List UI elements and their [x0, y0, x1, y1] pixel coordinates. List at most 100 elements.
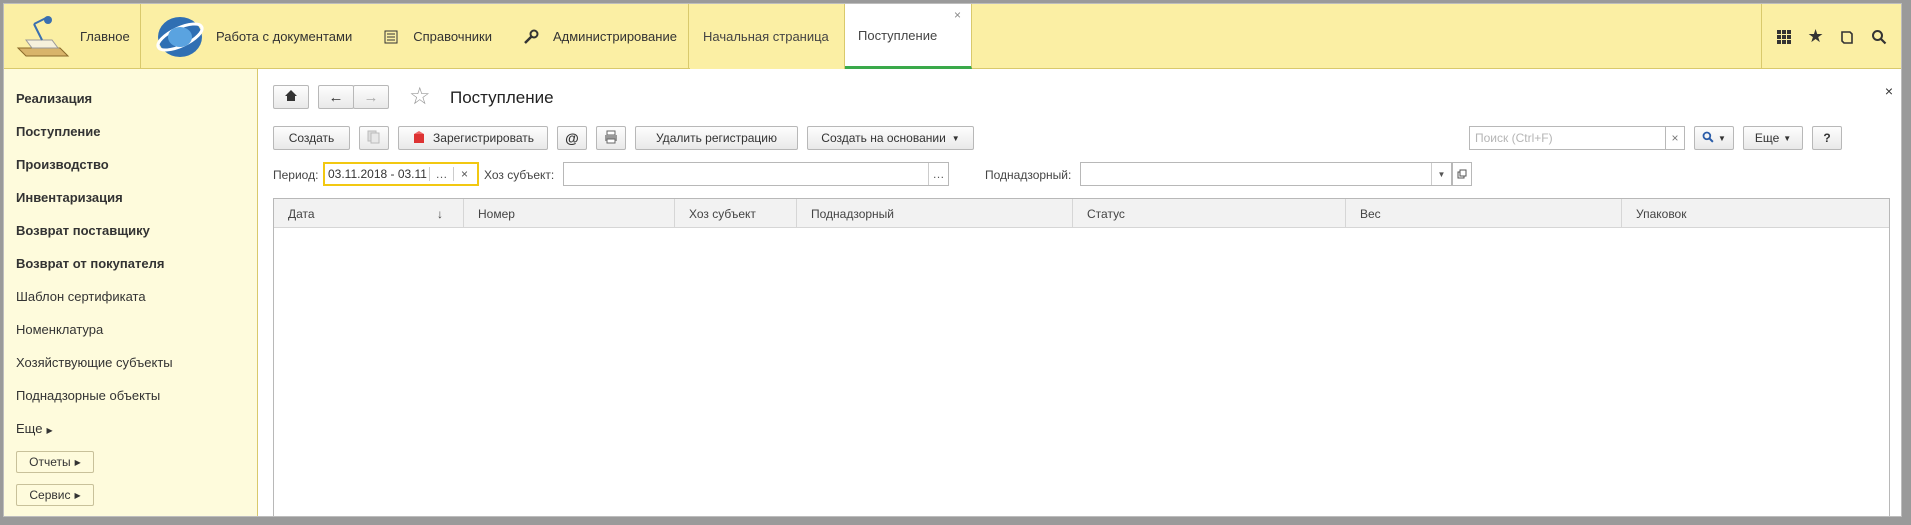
home-section[interactable]: Главное: [4, 4, 141, 69]
printer-icon: [604, 130, 618, 147]
more-label: Еще: [1754, 131, 1780, 145]
top-bar: Главное Работа с документами Справочники: [4, 4, 1901, 69]
sidebar-item-nomenclature[interactable]: Номенклатура: [16, 322, 103, 337]
create-based-on-button[interactable]: Создать на основании ▼: [807, 126, 974, 150]
nav-documents[interactable]: Работа с документами: [216, 29, 352, 44]
create-based-on-label: Создать на основании: [821, 131, 946, 145]
list-icon: [382, 28, 400, 46]
sidebar-item-receipt[interactable]: Поступление: [16, 124, 101, 139]
arrow-right-icon: →: [363, 88, 379, 106]
service-button[interactable]: Сервис ▶: [16, 484, 94, 506]
search-input[interactable]: Поиск (Ctrl+F): [1469, 126, 1665, 150]
search-options-button[interactable]: ▼: [1694, 126, 1734, 150]
more-button[interactable]: Еще ▼: [1743, 126, 1803, 150]
column-date[interactable]: Дата ↓: [274, 199, 464, 228]
sidebar: Реализация Поступление Производство Инве…: [4, 69, 258, 516]
search-clear-icon[interactable]: ×: [1665, 126, 1685, 150]
history-icon[interactable]: [1836, 26, 1858, 48]
wrench-icon: [522, 28, 540, 46]
apps-grid-icon[interactable]: [1773, 26, 1795, 48]
period-value: 03.11.2018 - 03.11: [328, 167, 427, 181]
copy-button[interactable]: [359, 126, 389, 150]
reports-button[interactable]: Отчеты ▶: [16, 451, 94, 473]
topbar-tools: ★: [1761, 4, 1901, 69]
help-button[interactable]: ?: [1812, 126, 1842, 150]
globe-logo-icon: [154, 12, 206, 62]
arrow-left-icon: ←: [328, 88, 344, 106]
main-content: ← → ☆ Поступление × Создать Зарегистриро…: [259, 69, 1901, 516]
column-packages[interactable]: Упаковок: [1622, 199, 1890, 228]
sidebar-item-inventory[interactable]: Инвентаризация: [16, 190, 123, 205]
print-button[interactable]: [596, 126, 626, 150]
column-subject[interactable]: Хоз субъект: [675, 199, 797, 228]
sidebar-more-label: Еще: [16, 421, 43, 436]
sidebar-item-supplier-return[interactable]: Возврат поставщику: [16, 223, 150, 238]
desk-lamp-logo-icon: [12, 12, 72, 62]
supervised-label: Поднадзорный:: [985, 168, 1072, 182]
register-icon: [412, 130, 426, 147]
nav-administration-label: Администрирование: [552, 29, 677, 44]
column-weight[interactable]: Вес: [1346, 199, 1622, 228]
star-icon[interactable]: ★: [1805, 26, 1827, 48]
column-date-label: Дата: [288, 206, 315, 221]
home-label: Главное: [80, 29, 130, 44]
triangle-right-icon: ▶: [74, 490, 81, 500]
tab-start-page[interactable]: Начальная страница: [690, 4, 845, 69]
reports-label: Отчеты: [29, 455, 71, 469]
email-button[interactable]: @: [557, 126, 587, 150]
subject-label: Хоз субъект:: [484, 168, 555, 182]
supervised-field[interactable]: ▼: [1080, 162, 1452, 186]
app-window: Главное Работа с документами Справочники: [3, 3, 1902, 517]
sidebar-item-customer-return[interactable]: Возврат от покупателя: [16, 256, 164, 271]
sidebar-item-more[interactable]: Еще ▶: [16, 421, 53, 436]
register-button[interactable]: Зарегистрировать: [398, 126, 548, 150]
column-number[interactable]: Номер: [464, 199, 675, 228]
dropdown-arrow-icon: ▼: [1783, 133, 1792, 143]
open-link-icon[interactable]: [1452, 162, 1472, 186]
triangle-right-icon: ▶: [74, 457, 81, 467]
subject-select-icon[interactable]: …: [928, 163, 948, 185]
search-placeholder: Поиск (Ctrl+F): [1475, 131, 1553, 145]
sidebar-item-supervised-objects[interactable]: Поднадзорные объекты: [16, 388, 160, 403]
register-label: Зарегистрировать: [433, 131, 534, 145]
favorite-star-icon[interactable]: ☆: [409, 82, 431, 111]
sidebar-item-business-entities[interactable]: Хозяйствующие субъекты: [16, 355, 173, 370]
sidebar-item-production[interactable]: Производство: [16, 157, 109, 172]
back-button[interactable]: ←: [318, 85, 354, 109]
create-button[interactable]: Создать: [273, 126, 350, 150]
nav-documents-label: Работа с документами: [216, 29, 353, 44]
nav-reference-books-label: Справочники: [413, 29, 492, 44]
sidebar-item-sales[interactable]: Реализация: [16, 91, 92, 106]
period-field[interactable]: 03.11.2018 - 03.11 … ×: [323, 162, 479, 186]
period-select-icon[interactable]: …: [429, 167, 453, 181]
forward-button[interactable]: →: [353, 85, 389, 109]
supervised-dropdown-icon[interactable]: ▼: [1431, 163, 1451, 185]
search-icon[interactable]: [1868, 26, 1890, 48]
triangle-right-icon: ▶: [46, 426, 53, 435]
home-button[interactable]: [273, 85, 309, 109]
page-title: Поступление: [450, 88, 554, 107]
search-icon: [1702, 131, 1714, 146]
dropdown-arrow-icon: ▼: [951, 133, 960, 143]
documents-table[interactable]: Дата ↓ Номер Хоз субъект Поднадзорный Ст…: [273, 198, 1890, 516]
subject-field[interactable]: …: [563, 162, 949, 186]
delete-registration-button[interactable]: Удалить регистрацию: [635, 126, 798, 150]
copy-icon: [367, 130, 381, 147]
sort-down-icon: ↓: [437, 206, 443, 221]
close-form-icon[interactable]: ×: [1885, 83, 1893, 99]
tab-receipt-label: Поступление: [858, 27, 938, 43]
tab-close-icon[interactable]: ×: [954, 8, 961, 22]
nav-administration[interactable]: Администрирование: [522, 28, 677, 46]
column-status[interactable]: Статус: [1073, 199, 1346, 228]
dropdown-arrow-icon: ▼: [1718, 133, 1726, 143]
home-icon: [284, 89, 298, 105]
tab-start-page-label: Начальная страница: [703, 29, 829, 44]
sidebar-item-certificate-template[interactable]: Шаблон сертификата: [16, 289, 146, 304]
table-header: Дата ↓ Номер Хоз субъект Поднадзорный Ст…: [274, 199, 1889, 228]
period-label: Период:: [273, 168, 319, 182]
nav-reference-books[interactable]: Справочники: [382, 28, 492, 46]
tab-receipt[interactable]: Поступление ×: [845, 4, 972, 69]
service-label: Сервис: [29, 488, 71, 502]
column-supervised[interactable]: Поднадзорный: [797, 199, 1073, 228]
period-clear-icon[interactable]: ×: [453, 167, 475, 181]
